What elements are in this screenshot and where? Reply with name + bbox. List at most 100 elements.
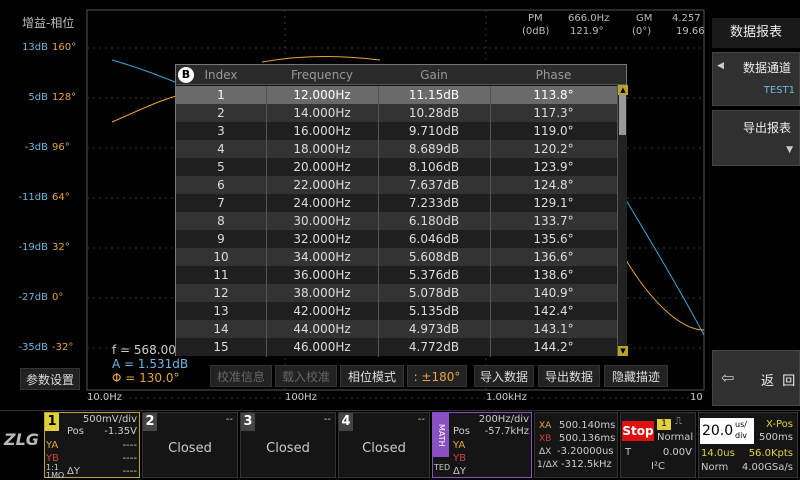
run-stop-indicator[interactable]: Stop — [622, 421, 654, 441]
channel-3-status: Closed — [266, 441, 310, 456]
cell-gain: 5.376dB — [408, 268, 460, 282]
cell-phase: 133.7° — [533, 214, 574, 228]
cursor-frequency: f = 568.00 — [112, 343, 176, 357]
table-row[interactable]: 12 38.000Hz 5.078dB 140.9° — [176, 284, 617, 302]
table-row[interactable]: 8 30.000Hz 6.180dB 133.7° — [176, 212, 617, 230]
cursor-xb-label: XB — [539, 434, 552, 444]
table-row[interactable]: 6 22.000Hz 7.637dB 124.8° — [176, 176, 617, 194]
math-pos-label: Pos — [453, 426, 471, 437]
pm-freq: 666.0Hz — [568, 13, 610, 24]
cell-phase: 143.1° — [533, 322, 574, 336]
table-row[interactable]: 7 24.000Hz 7.233dB 129.1° — [176, 194, 617, 212]
table-row[interactable]: 13 42.000Hz 5.135dB 142.4° — [176, 302, 617, 320]
cell-gain: 5.135dB — [408, 304, 460, 318]
cursor-readout-panel: XA 500.140ms XB 500.136ms ΔX -3.20000us … — [534, 412, 618, 478]
math-panel[interactable]: MATH 200Hz/div Pos -57.7kHz YA YB TED ΔY — [432, 412, 532, 478]
table-row[interactable]: 9 32.000Hz 6.046dB 135.6° — [176, 230, 617, 248]
cell-gain: 5.608dB — [408, 250, 460, 264]
table-row[interactable]: 3 16.000Hz 9.710dB 119.0° — [176, 122, 617, 140]
export-report-menu[interactable]: 导出报表 ▼ — [712, 110, 800, 166]
cell-gain: 5.078dB — [408, 286, 460, 300]
table-row[interactable]: 14 44.000Hz 4.973dB 143.1° — [176, 320, 617, 338]
cell-phase: 117.3° — [533, 106, 574, 120]
import-data-button[interactable]: 导入数据 — [474, 365, 534, 387]
cell-index: 1 — [217, 88, 225, 102]
table-row[interactable]: 15 46.000Hz 4.772dB 144.2° — [176, 338, 617, 356]
cursor-xa-label: XA — [539, 421, 552, 431]
cell-gain: 8.689dB — [408, 142, 460, 156]
pm-sub: (0dB) — [522, 26, 550, 37]
gain-tick-label: 13dB — [22, 42, 48, 53]
table-row[interactable]: 4 18.000Hz 8.689dB 120.2° — [176, 140, 617, 158]
cell-gain: 9.710dB — [408, 124, 460, 138]
cell-phase: 113.8° — [533, 88, 574, 102]
channel-3-panel[interactable]: 3 -- Closed — [240, 412, 336, 478]
hide-trace-button[interactable]: 隐藏描迹 — [604, 365, 668, 387]
cursor-phase: Φ = 130.0° — [112, 371, 180, 385]
calib-info-button[interactable]: 校准信息 — [210, 365, 272, 387]
phase-range-button[interactable]: : ±180° — [407, 365, 467, 387]
cell-gain: 6.046dB — [408, 232, 460, 246]
back-button[interactable]: ⇦ 返 回 — [712, 350, 800, 406]
timebase-unit-bottom: div — [735, 431, 748, 440]
back-label: 返 回 — [761, 374, 796, 389]
cell-gain: 6.180dB — [408, 214, 460, 228]
gain-tick-label: -19dB — [18, 242, 48, 253]
timebase-box[interactable]: 20.0 us/ div — [700, 418, 754, 444]
table-row[interactable]: 10 34.000Hz 5.608dB 136.6° — [176, 248, 617, 266]
cell-index: 14 — [213, 322, 229, 336]
trigger-panel[interactable]: Stop 1 ⎍ Normal T 0.00V I²C — [620, 412, 696, 478]
gain-tick-label: -11dB — [18, 192, 48, 203]
header-index: Index — [204, 68, 238, 82]
channel-1-panel[interactable]: 1 500mV/div Pos -1.35V YA ---- YB ---- 1… — [44, 412, 140, 480]
cursor-dx-label: ΔX — [539, 447, 552, 457]
cell-index: 10 — [213, 250, 229, 264]
table-row[interactable]: 11 36.000Hz 5.376dB 138.6° — [176, 266, 617, 284]
export-report-label: 导出报表 — [743, 121, 792, 135]
scroll-down-icon[interactable]: ▼ — [618, 346, 628, 356]
cell-index: 11 — [213, 268, 229, 282]
cursor-xa-value: 500.140ms — [559, 420, 616, 431]
acq-mode: Norm — [701, 462, 729, 473]
cell-frequency: 38.000Hz — [293, 286, 351, 300]
gain-tick-label: -35dB — [18, 342, 48, 353]
cell-gain: 7.233dB — [408, 196, 460, 210]
phase-tick-label: 64° — [52, 192, 70, 203]
cell-frequency: 12.000Hz — [293, 88, 351, 102]
scroll-thumb[interactable] — [619, 95, 626, 135]
cursor-gain: A = 1.531dB — [112, 357, 189, 371]
scroll-up-icon[interactable]: ▲ — [618, 85, 628, 95]
back-arrow-icon: ⇦ — [721, 368, 735, 387]
cell-index: 3 — [217, 124, 225, 138]
cell-index: 2 — [217, 106, 225, 120]
phase-tick-label: 128° — [52, 92, 77, 103]
phase-tick-label: 96° — [52, 142, 70, 153]
column-divider — [490, 86, 491, 357]
math-ted: TED — [434, 463, 451, 472]
cursor-dx-value: -3.20000us — [557, 446, 614, 457]
phase-mode-button[interactable]: 相位模式 — [340, 365, 404, 387]
cell-frequency: 34.000Hz — [293, 250, 351, 264]
data-channel-menu[interactable]: ◀ 数据通道 TEST1 — [712, 52, 800, 106]
export-data-button[interactable]: 导出数据 — [538, 365, 600, 387]
phase-tick-label: 160° — [52, 42, 77, 53]
table-row[interactable]: 5 20.000Hz 8.106dB 123.9° — [176, 158, 617, 176]
timebase-panel[interactable]: 20.0 us/ div X-Pos 500ms 14.0us 56.0Kpts… — [698, 412, 798, 478]
params-button[interactable]: 参数设置 — [20, 368, 80, 390]
cell-phase: 124.8° — [533, 178, 574, 192]
load-calib-button[interactable]: 载入校准 — [275, 365, 337, 387]
cell-frequency: 30.000Hz — [293, 214, 351, 228]
frequency-tick-label: 100Hz — [285, 392, 317, 403]
cell-frequency: 44.000Hz — [293, 322, 351, 336]
frequency-tick-label: 1.00kHz — [486, 392, 527, 403]
channel-4-panel[interactable]: 4 -- Closed — [338, 412, 430, 478]
channel-2-panel[interactable]: 2 -- Closed — [142, 412, 238, 478]
arrow-left-icon: ◀ — [717, 61, 724, 71]
gain-tick-label: 5dB — [28, 92, 48, 103]
table-row[interactable]: 1 12.000Hz 11.15dB 113.8° — [176, 86, 617, 104]
cell-index: 15 — [213, 340, 229, 354]
table-row[interactable]: 2 14.000Hz 10.28dB 117.3° — [176, 104, 617, 122]
ch1-scale: 500mV/div — [82, 414, 137, 425]
cell-gain: 11.15dB — [408, 88, 460, 102]
table-scrollbar[interactable]: ▲ ▼ — [617, 85, 628, 356]
